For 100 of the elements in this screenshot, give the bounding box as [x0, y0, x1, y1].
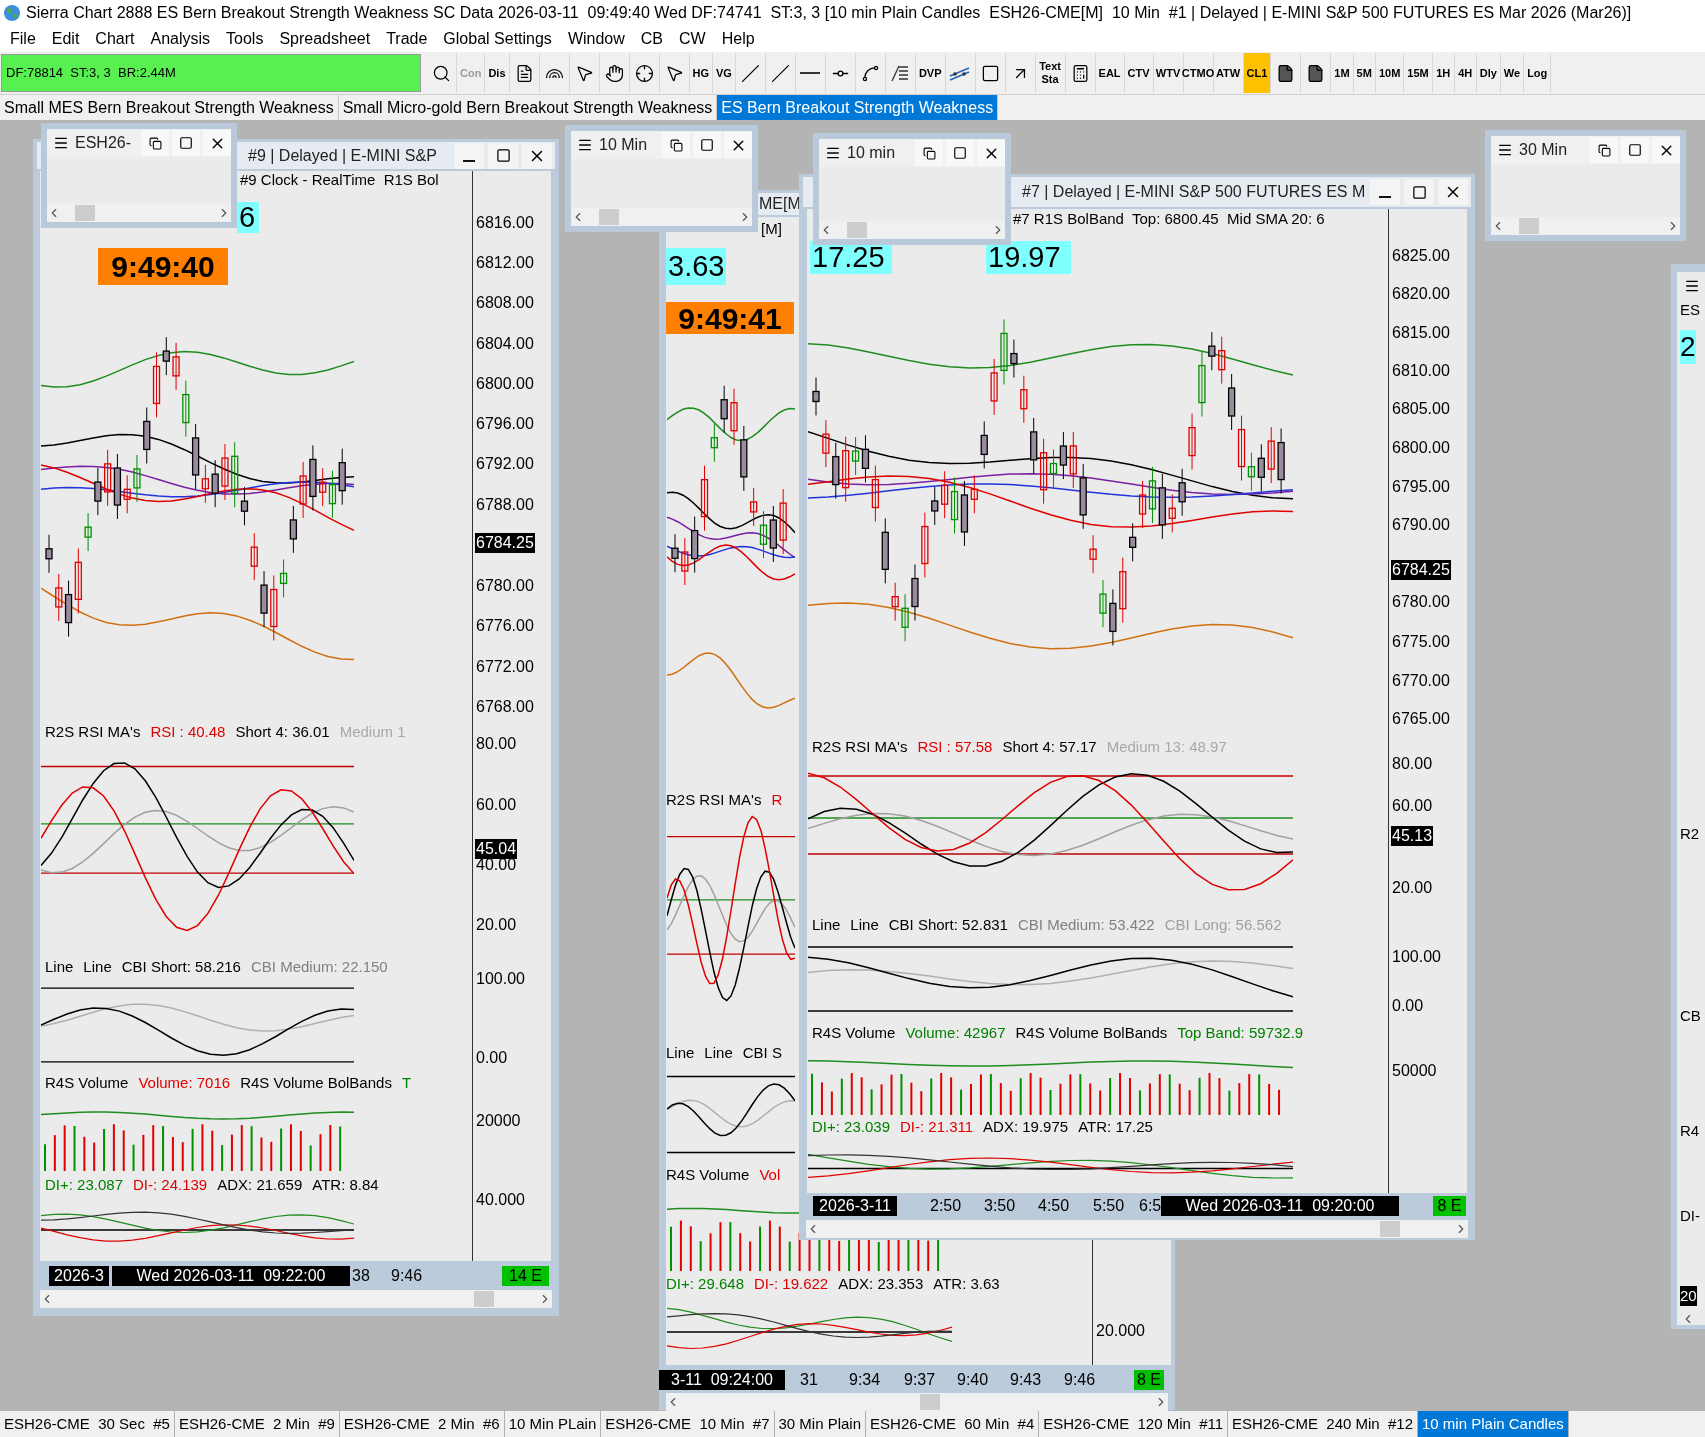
study-label: ADX: 23.353: [838, 1274, 924, 1294]
axis-label: 100.00: [475, 969, 526, 989]
study-label: Short 4: 36.01: [235, 722, 330, 742]
menu-item[interactable]: Analysis: [142, 27, 219, 51]
tool-button[interactable]: 15M: [1404, 53, 1433, 93]
menu-item[interactable]: File: [2, 27, 44, 51]
price-marker: 6784.25: [475, 533, 535, 553]
axis-label: 20000: [475, 1111, 522, 1131]
price-marker: 45.13: [1391, 826, 1434, 846]
chart-header: #9 Clock - RealTime R1S Bol: [240, 170, 439, 190]
axis-label: 6770.00: [1391, 671, 1451, 691]
bar-count-label: 14 E: [502, 1266, 549, 1286]
axis-label: 6776.00: [475, 616, 535, 636]
axis-label: 6812.00: [475, 253, 535, 273]
study-label: Volume: 7016: [138, 1073, 231, 1093]
study-label: T: [401, 1073, 412, 1093]
axis-label: 6780.00: [475, 576, 535, 596]
time-label: 9:34: [849, 1370, 881, 1390]
menu-item[interactable]: Chart: [87, 27, 143, 51]
time-cursor-label: 3-11 09:24:00: [659, 1370, 785, 1390]
study-label: Line: [812, 915, 841, 935]
menu-item[interactable]: Spreadsheet: [271, 27, 379, 51]
price-marker: 45.04: [475, 839, 518, 859]
tool-button[interactable]: CL1: [1243, 53, 1272, 93]
time-label: 6:5: [1139, 1196, 1162, 1216]
study-label: CBI Short: 52.831: [888, 915, 1008, 935]
study-label: R2S RSI MA's: [666, 790, 762, 810]
tool-button[interactable]: 5M: [1353, 53, 1376, 93]
menu-item[interactable]: Edit: [43, 27, 88, 51]
time-label: 9:43: [1010, 1370, 1042, 1390]
study-label: DI+: 23.039: [812, 1117, 890, 1137]
axis-label: 6825.00: [1391, 246, 1451, 266]
time-label: 31: [800, 1370, 818, 1390]
axis-label: 6820.00: [1391, 284, 1451, 304]
axis-label: 6775.00: [1391, 632, 1451, 652]
study-label: ADX: 19.975: [983, 1117, 1069, 1137]
study-label: DI-: [1680, 1206, 1700, 1226]
axis-label: 6810.00: [1391, 361, 1451, 381]
tool-button[interactable]: Log: [1524, 53, 1552, 93]
time-cursor-label: Wed 2026-03-11 09:22:00: [112, 1266, 350, 1286]
value-label: 19.97: [986, 241, 1071, 274]
time-cursor-label: 2026-3-11: [813, 1196, 897, 1216]
time-label: 2:50: [930, 1196, 962, 1216]
study-label: RSI : 57.58: [917, 737, 993, 757]
tool-button[interactable]: CTMO: [1183, 53, 1214, 93]
time-label: 3:50: [984, 1196, 1016, 1216]
chart-tab[interactable]: 10 min Plain Candles: [1418, 1411, 1569, 1437]
axis-label: 6805.00: [1391, 399, 1451, 419]
study-label: Top Band: 59732.9: [1177, 1023, 1304, 1043]
axis-label: 20.00: [475, 915, 518, 935]
tool-button[interactable]: VG: [713, 53, 736, 93]
tool-button[interactable]: ATW: [1213, 53, 1244, 93]
axis-label: 6804.00: [475, 334, 535, 354]
time-label: 5:50: [1093, 1196, 1125, 1216]
axis-label: 60.00: [1391, 796, 1434, 816]
study-label: R4S Volume: [45, 1073, 129, 1093]
study-label: Line: [83, 957, 112, 977]
time-cursor-label: 2026-3: [49, 1266, 109, 1286]
chartbook-tab[interactable]: ES Bern Breakout Strength Weakness: [717, 95, 999, 120]
menu-item[interactable]: Global Settings: [435, 27, 560, 51]
menu-item[interactable]: Window: [559, 27, 633, 51]
study-label: DI+: 29.648: [666, 1274, 744, 1294]
axis-label: 6768.00: [475, 697, 535, 717]
study-label: R4S Volume BolBands: [240, 1073, 392, 1093]
study-label: Short 4: 57.17: [1002, 737, 1097, 757]
menu-item[interactable]: Trade: [378, 27, 436, 51]
axis-label: 40.000: [475, 1190, 526, 1210]
bar-count-label: 8 E: [1134, 1370, 1164, 1390]
study-label: Medium 13: 48.97: [1106, 737, 1227, 757]
menu-item[interactable]: Tools: [218, 27, 272, 51]
menu-item[interactable]: Help: [713, 27, 763, 51]
study-label: R4S Volume BolBands: [1015, 1023, 1168, 1043]
menu-item[interactable]: CW: [671, 27, 714, 51]
study-label: Line: [666, 1043, 695, 1063]
study-label: Vol: [759, 1165, 781, 1185]
study-label: Volume: 42967: [905, 1023, 1006, 1043]
study-label: R2: [1680, 824, 1700, 844]
time-label: 38: [352, 1266, 370, 1286]
window-title: 10 Min: [599, 135, 648, 155]
menu-item[interactable]: CB: [632, 27, 671, 51]
axis-label: 6790.00: [1391, 515, 1451, 535]
study-label: CBI Medium: 53.422: [1017, 915, 1155, 935]
app-title: Sierra Chart 2888 ES Bern Breakout Strength Weakness SC Data 2026-03-11 09:49:40 Wed DF:74741 ST:3, 3 [10 min Plain Candles ESH26-CME[M] 10 Min #1 | Delayed | E-MINI S&P 500 FUTURES ES Mar 2026 (Mar26)]: [26, 3, 1632, 23]
study-label: ADX: 21.659: [217, 1175, 303, 1195]
study-label: RSI : 40.48: [150, 722, 226, 742]
axis-label: 6800.00: [1391, 438, 1451, 458]
axis-label: 6780.00: [1391, 592, 1451, 612]
window-title: #9 | Delayed | E-MINI S&P: [248, 145, 437, 166]
study-label: ATR: 3.63: [933, 1274, 1000, 1294]
window-title: #7 | Delayed | E-MINI S&P 500 FUTURES ES M: [1022, 182, 1366, 202]
study-label: ES: [1680, 300, 1700, 320]
study-label: R2S RSI MA's: [45, 722, 141, 742]
study-label: CBI Short: 58.216: [121, 957, 241, 977]
axis-label: 6788.00: [475, 495, 535, 515]
tool-button[interactable]: 1M: [1331, 53, 1354, 93]
tool-button[interactable]: We: [1500, 53, 1525, 93]
status-field: DF:78814 ST:3, 3 BR:2.44M: [1, 54, 421, 92]
time-label: 9:46: [391, 1266, 423, 1286]
study-label: R: [771, 790, 783, 810]
time-label: 9:37: [904, 1370, 936, 1390]
